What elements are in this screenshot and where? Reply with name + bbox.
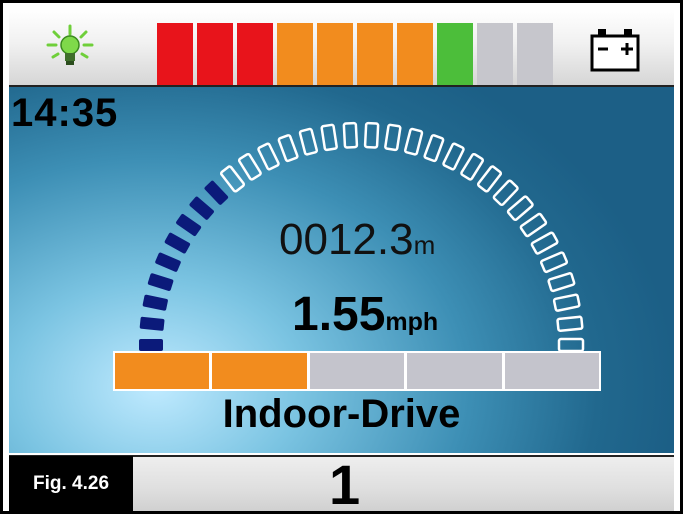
- battery-segment: [477, 23, 513, 85]
- speed-tick: [423, 134, 445, 163]
- speed-tick: [237, 152, 262, 181]
- speed-tick-lit: [155, 252, 181, 272]
- speed-tick-lit: [147, 273, 174, 291]
- battery-segment: [277, 23, 313, 85]
- speed-tick: [320, 123, 338, 152]
- speed-tick-lit: [189, 196, 214, 220]
- speed-tick: [556, 315, 584, 333]
- odometer-unit: m: [413, 230, 436, 260]
- speed-tick: [460, 152, 485, 181]
- speed-tick-lit: [139, 339, 163, 351]
- speed-tick: [342, 121, 359, 149]
- battery-segment: [517, 23, 553, 85]
- speed-tick: [547, 272, 576, 293]
- speed-tick: [257, 142, 280, 171]
- battery-segment: [197, 23, 233, 85]
- wheelchair-display: 14:35 0012.3m 1.55mph Indoor-Drive 1 Fig…: [0, 0, 683, 514]
- battery-segment: [397, 23, 433, 85]
- speed-setting-segment: [115, 353, 210, 389]
- status-bar: [9, 9, 674, 87]
- odometer-value: 0012.3: [279, 215, 414, 264]
- speed-tick-lit: [204, 180, 229, 205]
- speed-tick: [476, 165, 503, 193]
- speed-tick: [552, 293, 581, 312]
- figure-label: Fig. 4.26: [9, 456, 133, 511]
- speed-tick-lit: [164, 232, 191, 254]
- speed-tick: [403, 127, 424, 156]
- battery-segment: [157, 23, 193, 85]
- speed-tick: [539, 251, 569, 274]
- clock: 14:35: [11, 91, 119, 135]
- drive-screen: 14:35 0012.3m 1.55mph Indoor-Drive: [9, 87, 674, 453]
- speed-readout: 1.55mph: [292, 287, 438, 342]
- speed-tick: [219, 165, 246, 193]
- battery-segment: [317, 23, 353, 85]
- battery-icon: [590, 29, 640, 72]
- lamp-on-icon: [46, 24, 94, 65]
- battery-segment: [437, 23, 473, 85]
- speed-tick: [298, 127, 319, 156]
- speed-tick-lit: [139, 316, 165, 331]
- speed-setting-segment: [504, 353, 600, 389]
- battery-segment: [357, 23, 393, 85]
- speed-tick: [506, 195, 534, 221]
- speed-setting-segment: [309, 353, 405, 389]
- speed-tick: [519, 212, 548, 238]
- speed-tick: [277, 134, 299, 163]
- speed-tick: [384, 123, 402, 152]
- max-speed-indicator: [113, 351, 601, 391]
- odometer: 0012.3m: [279, 215, 435, 265]
- profile-number: 1: [329, 453, 361, 514]
- speed-tick: [530, 231, 559, 255]
- speed-setting-segment: [212, 353, 307, 389]
- speed-setting-segment: [407, 353, 502, 389]
- speed-tick-lit: [142, 294, 168, 311]
- profile-name: Indoor-Drive: [222, 392, 461, 436]
- battery-segment: [237, 23, 273, 85]
- speed-tick: [442, 142, 465, 171]
- speed-tick-lit: [176, 214, 202, 236]
- speed-unit: mph: [385, 308, 439, 336]
- speed-tick: [557, 337, 585, 353]
- speed-tick: [492, 179, 519, 207]
- speed-value: 1.55: [292, 288, 386, 341]
- speed-tick: [363, 121, 380, 149]
